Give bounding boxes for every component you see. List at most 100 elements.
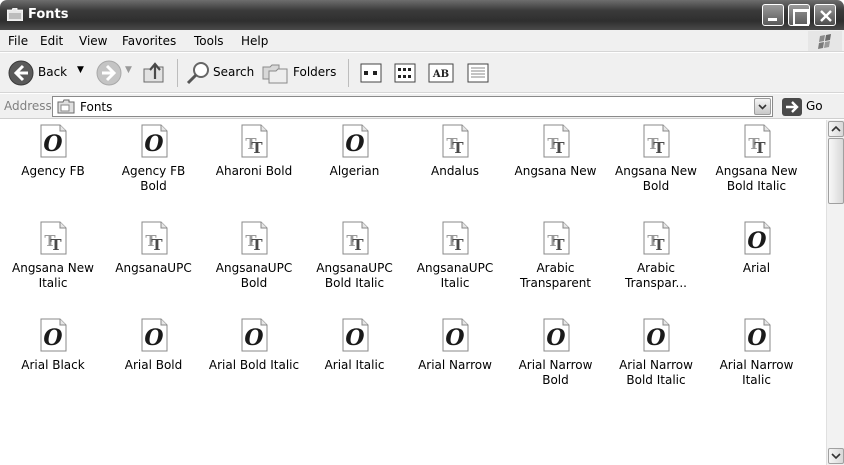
font-item[interactable]: T T Aharoni Bold <box>204 124 304 179</box>
address-input[interactable]: Fonts <box>52 96 773 117</box>
svg-text:T: T <box>653 139 665 157</box>
font-item[interactable]: T T AngsanaUPC Bold <box>204 221 304 291</box>
maximize-button[interactable] <box>788 4 810 26</box>
font-item[interactable]: O Agency FB Bold <box>104 124 204 194</box>
svg-text:T: T <box>553 236 565 254</box>
font-item[interactable]: T T AngsanaUPC Bold Italic <box>305 221 405 291</box>
back-button[interactable]: Back <box>38 65 67 79</box>
up-folder-icon[interactable] <box>141 60 169 86</box>
back-dropdown-icon[interactable]: ▼ <box>77 65 84 75</box>
truetype-font-icon: TT <box>239 221 269 255</box>
scroll-down-button[interactable] <box>828 448 844 464</box>
font-name-label: Algerian <box>329 164 380 178</box>
vertical-scrollbar[interactable] <box>826 120 844 465</box>
truetype-font-icon: TT <box>742 124 772 158</box>
font-item[interactable]: O Arial Italic <box>305 318 405 373</box>
opentype-font-icon: O <box>742 221 772 255</box>
font-name-label: Aharoni Bold <box>215 164 293 178</box>
font-item[interactable]: O Arial Narrow Bold <box>506 318 606 388</box>
menu-favorites[interactable]: Favorites <box>122 34 176 48</box>
svg-text:T: T <box>251 236 263 254</box>
svg-text:T: T <box>352 236 364 254</box>
svg-text:T: T <box>653 236 665 254</box>
font-item[interactable]: O Arial Narrow Italic <box>707 318 807 388</box>
truetype-font-icon: TT <box>641 221 671 255</box>
menu-view[interactable]: View <box>79 34 107 48</box>
go-label[interactable]: Go <box>806 99 823 113</box>
truetype-font-icon: TT <box>440 221 470 255</box>
chevron-down-icon <box>831 453 841 460</box>
address-value: Fonts <box>80 100 113 114</box>
go-button[interactable] <box>782 98 802 116</box>
font-item[interactable]: O Arial Bold Italic <box>204 318 304 373</box>
font-item[interactable]: T T Angsana New <box>506 124 606 179</box>
opentype-font-icon: O <box>340 318 370 352</box>
close-button[interactable] <box>814 4 836 26</box>
font-item[interactable]: T T Arabic Transparent <box>506 221 606 291</box>
truetype-font-icon: TT <box>340 221 370 255</box>
font-name-label: Angsana New Bold <box>615 164 697 193</box>
font-name-label: Arial Bold <box>124 358 183 372</box>
svg-text:O: O <box>445 325 464 351</box>
font-item[interactable]: T T Andalus <box>405 124 505 179</box>
font-item[interactable]: O Algerian <box>305 124 405 179</box>
font-name-label: AngsanaUPC Bold <box>215 261 293 290</box>
font-item[interactable]: O Agency FB <box>3 124 103 179</box>
truetype-font-icon: TT <box>440 124 470 158</box>
svg-text:O: O <box>546 325 565 351</box>
font-item[interactable]: O Arial Black <box>3 318 103 373</box>
font-item[interactable]: T T AngsanaUPC Italic <box>405 221 505 291</box>
opentype-font-icon: O <box>340 124 370 158</box>
font-name-label: AngsanaUPC Italic <box>416 261 494 290</box>
font-item[interactable]: O Arial Narrow <box>405 318 505 373</box>
menu-file[interactable]: File <box>8 34 28 48</box>
svg-text:O: O <box>345 131 364 157</box>
font-item[interactable]: O Arial Bold <box>104 318 204 373</box>
title-bar[interactable]: Fonts <box>0 0 844 30</box>
view-icons-icon[interactable] <box>394 63 416 83</box>
close-icon <box>820 10 832 22</box>
svg-text:T: T <box>50 236 62 254</box>
truetype-font-icon: TT <box>541 124 571 158</box>
view-similarity-icon[interactable]: AB <box>428 63 454 83</box>
font-list-view[interactable]: O Agency FB O Agency FB Bold T T Aharoni Bold O… <box>0 120 826 465</box>
chevron-down-icon <box>758 104 767 110</box>
font-item[interactable]: O Arial <box>707 221 807 276</box>
scroll-up-button[interactable] <box>828 121 844 137</box>
opentype-font-icon: O <box>440 318 470 352</box>
menu-edit[interactable]: Edit <box>40 34 63 48</box>
svg-text:T: T <box>452 139 464 157</box>
svg-text:O: O <box>747 228 766 254</box>
font-item[interactable]: T T AngsanaUPC <box>104 221 204 276</box>
menu-help[interactable]: Help <box>241 34 268 48</box>
toolbar-separator <box>348 59 349 87</box>
chevron-up-icon <box>831 125 841 132</box>
svg-text:O: O <box>345 325 364 351</box>
view-thumbnails-icon[interactable] <box>360 63 382 83</box>
menu-tools[interactable]: Tools <box>194 34 224 48</box>
font-name-label: Arial Narrow Bold Italic <box>619 358 693 387</box>
font-item[interactable]: T T Angsana New Bold Italic <box>707 124 807 194</box>
font-name-label: AngsanaUPC Bold Italic <box>316 261 393 290</box>
folders-button[interactable]: Folders <box>293 65 336 79</box>
opentype-font-icon: O <box>641 318 671 352</box>
back-arrow-icon[interactable] <box>8 60 34 86</box>
font-item[interactable]: T T Arabic Transpar... <box>606 221 706 291</box>
opentype-font-icon: O <box>239 318 269 352</box>
font-item[interactable]: T T Angsana New Italic <box>3 221 103 291</box>
search-icon[interactable] <box>185 61 211 85</box>
address-dropdown-button[interactable] <box>754 98 771 115</box>
search-button[interactable]: Search <box>213 65 254 79</box>
minimize-button[interactable] <box>762 4 784 26</box>
windows-logo <box>808 31 842 51</box>
view-details-icon[interactable] <box>467 63 489 83</box>
font-item[interactable]: O Arial Narrow Bold Italic <box>606 318 706 388</box>
font-item[interactable]: T T Angsana New Bold <box>606 124 706 194</box>
forward-arrow-icon[interactable] <box>96 60 122 86</box>
folders-icon[interactable] <box>261 61 291 85</box>
toolbar-separator <box>177 59 178 87</box>
address-bar: Address Fonts Go <box>0 94 844 119</box>
forward-dropdown-icon[interactable]: ▼ <box>125 65 132 75</box>
scroll-thumb[interactable] <box>828 138 844 204</box>
font-name-label: Arial Narrow Italic <box>719 358 794 387</box>
